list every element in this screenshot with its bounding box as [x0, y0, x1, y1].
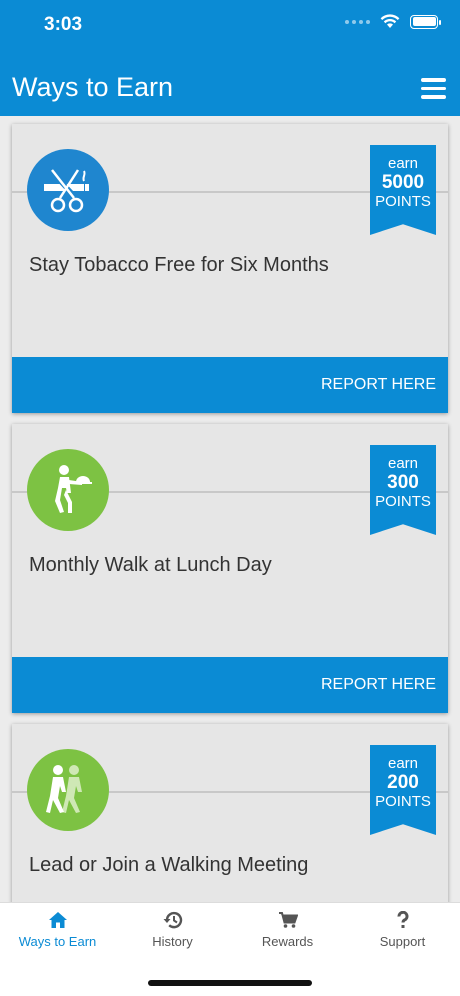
activity-list[interactable]: earn 5000 POINTS Stay Tobacco Free for S… — [0, 116, 460, 902]
earn-label: earn — [387, 455, 419, 472]
two-walkers-icon — [27, 749, 109, 831]
points-value: 5000 — [381, 172, 425, 193]
home-icon — [48, 912, 67, 928]
battery-icon — [410, 14, 441, 29]
points-unit: POINTS — [375, 793, 431, 810]
no-smoking-scissors-icon — [27, 149, 109, 231]
walking-waiter-icon — [27, 449, 109, 531]
wifi-icon — [380, 14, 400, 28]
earn-label: earn — [387, 755, 419, 772]
activity-card-lunch-walk[interactable]: earn 300 POINTS Monthly Walk at Lunch Da… — [12, 424, 448, 713]
tab-label: Rewards — [261, 934, 314, 949]
activity-title: Lead or Join a Walking Meeting — [29, 854, 309, 876]
points-unit: POINTS — [375, 493, 431, 510]
report-here-button[interactable]: REPORT HERE — [12, 657, 448, 713]
points-ribbon: earn 5000 POINTS — [370, 145, 436, 235]
activity-card-walking-meeting[interactable]: earn 200 POINTS Lead or Join a Walking M… — [12, 724, 448, 902]
signal-icon — [345, 19, 370, 24]
earn-label: earn — [387, 155, 419, 172]
points-ribbon: earn 300 POINTS — [370, 445, 436, 535]
tab-label: Ways to Earn — [18, 934, 97, 949]
tab-ways-to-earn[interactable]: Ways to Earn — [0, 911, 115, 949]
cart-icon — [278, 912, 298, 928]
activity-title: Stay Tobacco Free for Six Months — [29, 254, 329, 276]
activity-card-tobacco[interactable]: earn 5000 POINTS Stay Tobacco Free for S… — [12, 124, 448, 413]
tab-support[interactable]: Support — [345, 911, 460, 949]
tab-rewards[interactable]: Rewards — [230, 911, 345, 949]
points-ribbon: earn 200 POINTS — [370, 745, 436, 835]
tab-label: History — [152, 934, 193, 949]
app-header: 3:03 Ways to Earn — [0, 0, 460, 116]
hamburger-menu-icon[interactable] — [421, 78, 446, 99]
page-title: Ways to Earn — [12, 72, 174, 102]
tab-label: Support — [379, 934, 426, 949]
home-indicator[interactable] — [148, 980, 312, 986]
points-unit: POINTS — [375, 193, 431, 210]
question-icon — [397, 911, 408, 928]
status-time: 3:03 — [44, 14, 83, 35]
tab-history[interactable]: History — [115, 911, 230, 949]
status-icons — [345, 14, 441, 29]
activity-title: Monthly Walk at Lunch Day — [29, 554, 272, 576]
points-value: 200 — [387, 772, 419, 793]
history-icon — [163, 911, 182, 929]
report-here-button[interactable]: REPORT HERE — [12, 357, 448, 413]
points-value: 300 — [387, 472, 419, 493]
